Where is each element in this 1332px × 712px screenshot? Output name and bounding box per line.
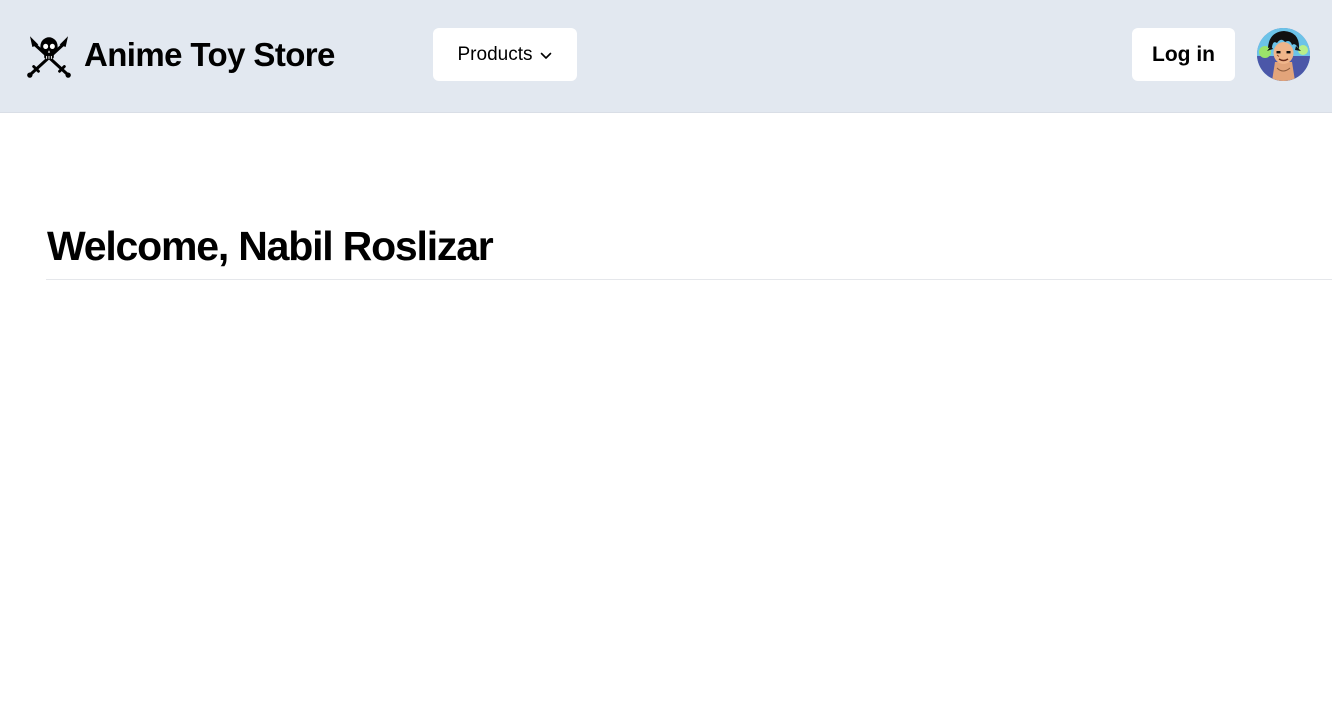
- jolly-roger-skull-crossed-swords-icon: [27, 36, 71, 78]
- heading-divider: [46, 279, 1332, 280]
- avatar-portrait-icon: [1257, 28, 1310, 81]
- user-avatar[interactable]: [1257, 28, 1310, 81]
- brand-home-link[interactable]: Anime Toy Store: [26, 30, 335, 80]
- chevron-down-icon: [541, 52, 552, 59]
- welcome-heading: Welcome, Nabil Roslizar: [47, 223, 494, 269]
- top-navigation-bar: Anime Toy Store Products Log in: [0, 0, 1332, 113]
- main-content: Welcome, Nabil Roslizar: [46, 113, 1332, 280]
- brand-name: Anime Toy Store: [84, 36, 335, 73]
- login-button[interactable]: Log in: [1132, 28, 1235, 81]
- products-dropdown-button[interactable]: Products: [433, 28, 577, 81]
- products-label: Products: [457, 43, 533, 65]
